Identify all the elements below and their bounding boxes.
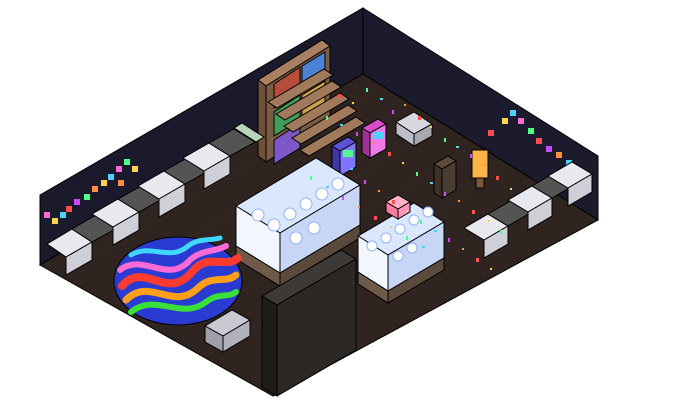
confetti-piece (456, 146, 459, 148)
confetti-piece (366, 88, 368, 92)
confetti-piece (458, 200, 460, 202)
confetti-piece (310, 176, 312, 180)
confetti-piece (488, 220, 490, 222)
confetti-piece (388, 152, 391, 156)
confetti-piece (448, 238, 450, 242)
confetti-piece (326, 186, 329, 188)
confetti-piece (340, 124, 343, 126)
confetti-piece (416, 172, 418, 176)
confetti-piece (406, 210, 408, 212)
confetti-piece (392, 110, 394, 114)
confetti-piece (350, 168, 353, 170)
confetti-piece (444, 192, 446, 196)
confetti-piece (500, 230, 502, 234)
isometric-room-scene[interactable] (0, 0, 700, 400)
confetti-piece (402, 162, 404, 164)
confetti-piece (390, 226, 392, 228)
confetti-piece (472, 210, 475, 214)
confetti-piece (444, 138, 446, 142)
confetti-piece (404, 104, 406, 106)
confetti-piece (430, 126, 432, 128)
confetti-piece (358, 206, 360, 208)
confetti-piece (356, 132, 358, 136)
confetti-piece (372, 142, 374, 144)
confetti-piece (462, 248, 464, 250)
confetti-piece (496, 176, 499, 180)
speaker-cabinet[interactable] (433, 155, 457, 199)
confetti-piece (342, 196, 344, 200)
confetti-piece (326, 116, 328, 120)
confetti-piece (380, 98, 383, 100)
confetti-piece (392, 200, 395, 204)
confetti-piece (484, 164, 486, 166)
confetti-piece (434, 230, 437, 232)
confetti-piece (378, 190, 380, 192)
confetti-piece (422, 246, 425, 248)
confetti-piece (510, 188, 512, 190)
confetti-piece (374, 216, 377, 220)
confetti-piece (352, 102, 354, 104)
confetti-piece (364, 180, 366, 184)
round-neon-rug[interactable] (113, 235, 243, 326)
confetti-piece (420, 220, 422, 224)
confetti-piece (418, 116, 421, 120)
confetti-piece (338, 94, 341, 98)
confetti-piece (490, 268, 492, 270)
confetti-piece (476, 258, 479, 262)
confetti-piece (430, 182, 433, 184)
confetti-piece (406, 236, 408, 240)
confetti-piece (470, 154, 472, 158)
